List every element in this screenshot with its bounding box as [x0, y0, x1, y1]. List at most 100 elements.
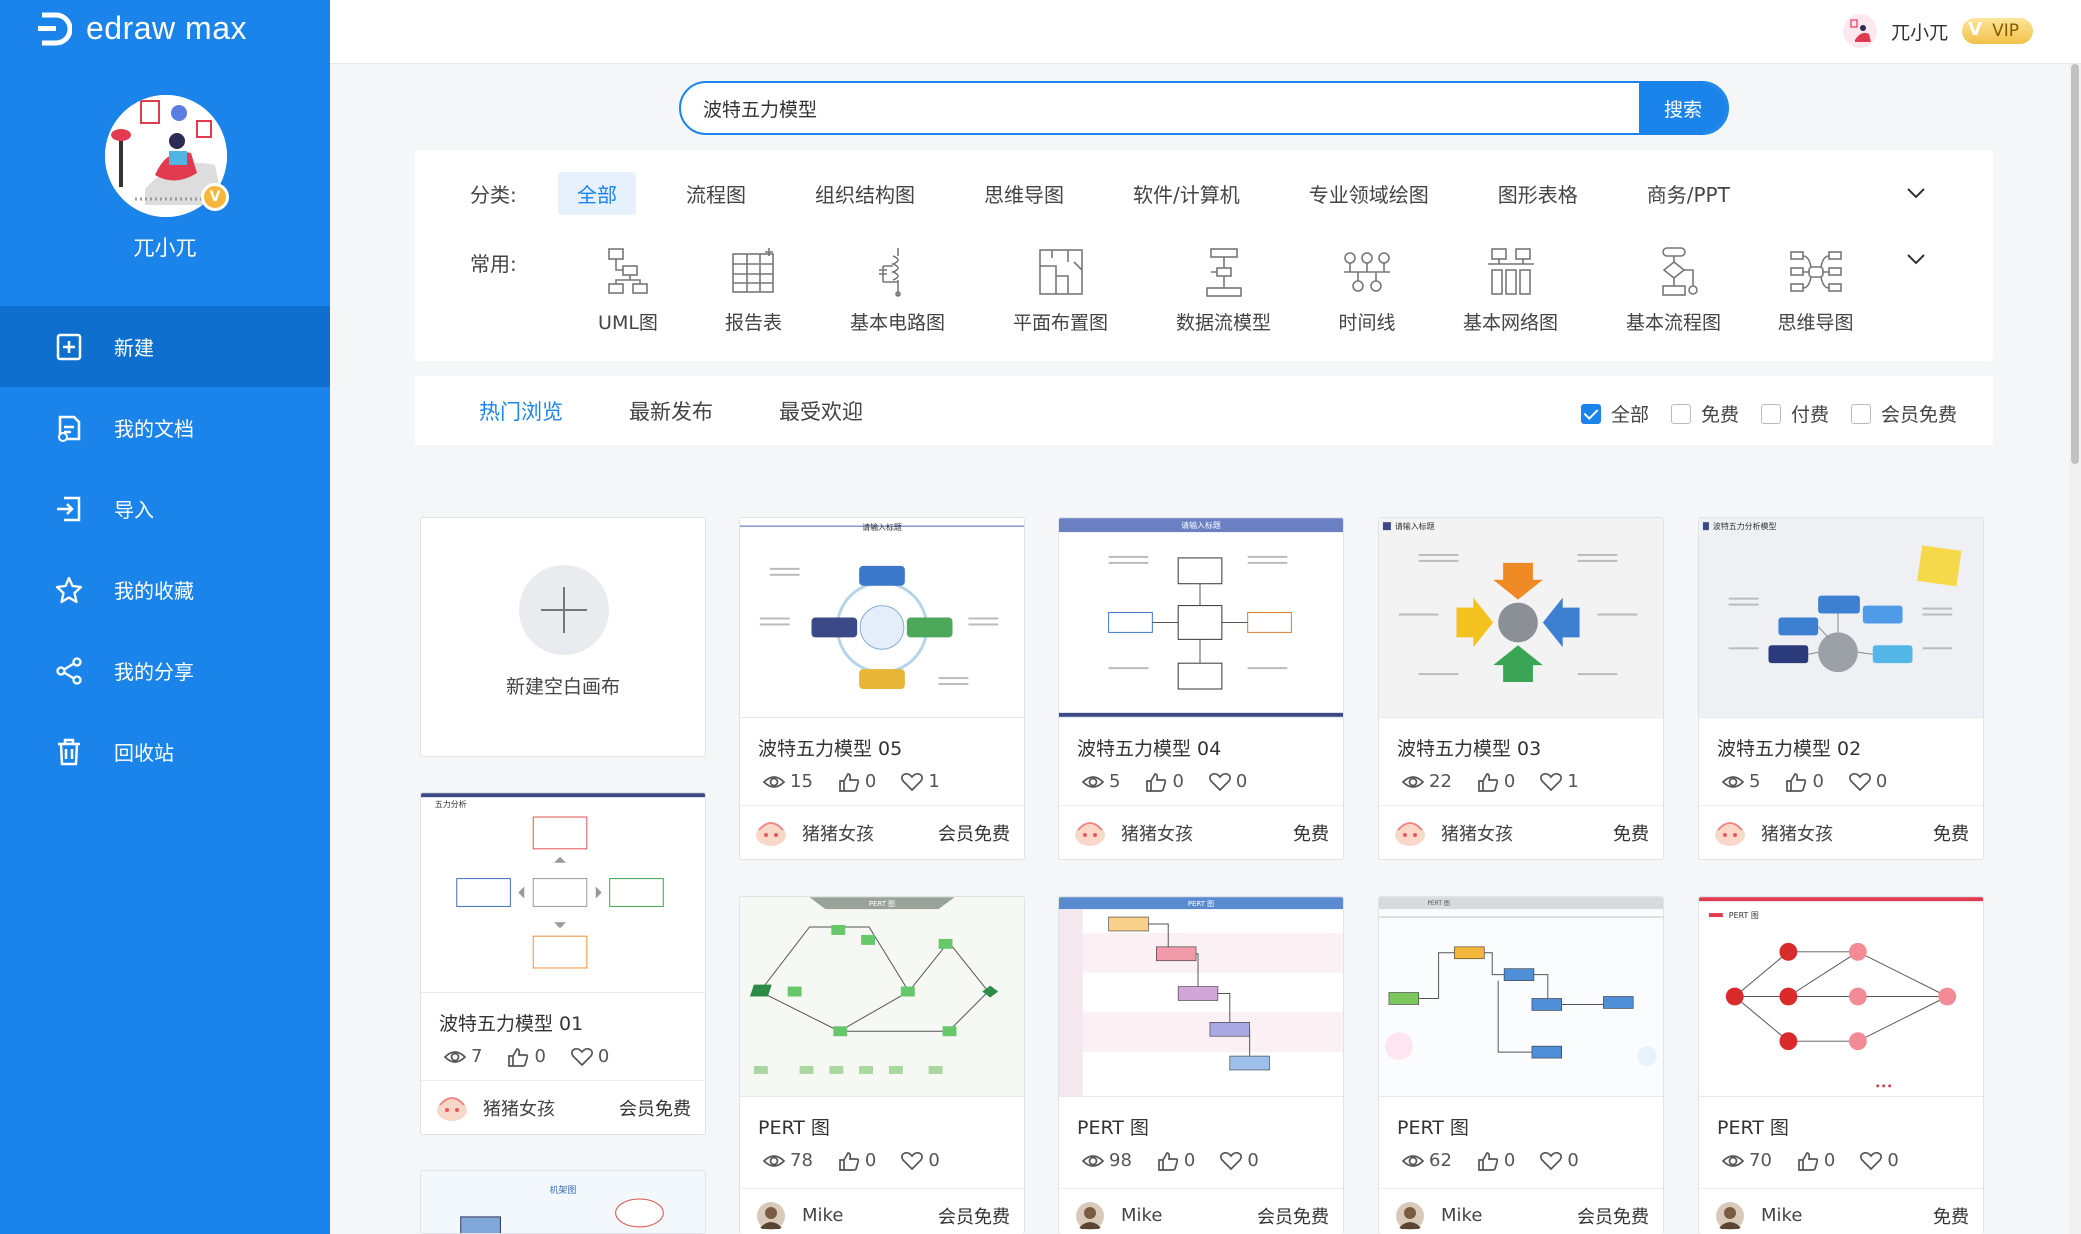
chevron-down-icon[interactable]: [1905, 182, 1927, 204]
top-avatar[interactable]: [1843, 14, 1878, 48]
author-avatar-icon[interactable]: [1713, 1201, 1747, 1231]
user-avatar[interactable]: V: [105, 95, 229, 217]
likes-stat[interactable]: 0: [506, 1046, 546, 1067]
author-name[interactable]: 猪猪女孩: [1121, 820, 1293, 846]
template-card[interactable]: PERT 图 PERT 图 62 0 0 Mike 会员免费: [1378, 896, 1664, 1234]
template-card[interactable]: PERT 图 PERT 图 98 0 0 Mike 会员免费: [1058, 896, 1344, 1234]
template-card[interactable]: 请输入标题 波特五力模型 05 15 0 1 猪猪女孩 会员免费: [739, 517, 1025, 860]
new-blank-canvas-card[interactable]: 新建空白画布: [420, 517, 706, 757]
chevron-down-icon[interactable]: [1905, 248, 1927, 270]
heart-icon: [1208, 772, 1231, 791]
sidebar-item-import[interactable]: 导入: [0, 468, 330, 549]
template-card[interactable]: 机架图: [420, 1170, 706, 1234]
vip-badge[interactable]: VIP: [1962, 18, 2033, 44]
likes-stat[interactable]: 0: [837, 1150, 876, 1171]
template-card[interactable]: 五力分析 波特五力模型 01 7 0 0 猪猪女孩 会员免费: [420, 792, 706, 1135]
filter-all[interactable]: 全部: [1580, 400, 1649, 427]
template-card[interactable]: 请输入标题 波特五力模型 04 5 0 0 猪猪女孩 免费: [1058, 517, 1344, 860]
top-user-menu[interactable]: 兀小兀 VIP: [1843, 14, 2033, 48]
category-tab-software[interactable]: 软件/计算机: [1114, 172, 1259, 215]
sidebar-item-trash[interactable]: 回收站: [0, 711, 330, 792]
author-avatar-icon[interactable]: [1393, 818, 1427, 848]
likes-stat[interactable]: 0: [1156, 1150, 1195, 1171]
author-avatar-icon[interactable]: [1073, 818, 1107, 848]
category-tab-business-ppt[interactable]: 商务/PPT: [1628, 172, 1749, 215]
sidebar-item-new[interactable]: 新建: [0, 306, 330, 387]
likes-stat[interactable]: 0: [1796, 1150, 1835, 1171]
common-item-circuit[interactable]: 基本电路图: [816, 246, 979, 335]
favorites-stat[interactable]: 0: [1219, 1150, 1259, 1171]
author-avatar-icon[interactable]: [435, 1093, 469, 1123]
new-file-icon: [56, 333, 82, 360]
category-tab-graphic-tables[interactable]: 图形表格: [1479, 172, 1597, 215]
author-avatar-icon[interactable]: [754, 818, 788, 848]
author-name[interactable]: Mike: [1121, 1205, 1257, 1226]
likes-stat[interactable]: 0: [837, 771, 876, 792]
author-avatar-icon[interactable]: [1393, 1201, 1427, 1231]
tab-newest[interactable]: 最新发布: [629, 396, 713, 426]
checkbox[interactable]: [1760, 403, 1781, 424]
author-name[interactable]: 猪猪女孩: [483, 1095, 619, 1121]
favorites-stat[interactable]: 1: [1539, 771, 1579, 792]
price-label: 会员免费: [1257, 1206, 1329, 1228]
author-name[interactable]: 猪猪女孩: [1761, 820, 1933, 846]
favorites-stat[interactable]: 0: [570, 1046, 609, 1067]
search-input[interactable]: [681, 83, 1639, 133]
favorites-stat[interactable]: 1: [900, 771, 940, 792]
sidebar-item-favorites[interactable]: 我的收藏: [0, 549, 330, 630]
favorites-stat[interactable]: 0: [1848, 771, 1887, 792]
author-avatar-icon[interactable]: [1713, 818, 1747, 848]
favorites-stat[interactable]: 0: [1539, 1150, 1579, 1171]
template-card[interactable]: 请输入标题 波特五力模型 03 22 0 1 猪猪女孩 免费: [1378, 517, 1664, 860]
favorites-stat[interactable]: 0: [1208, 771, 1247, 792]
checkbox[interactable]: [1670, 403, 1691, 424]
template-card[interactable]: PERT 图 PERT 图 78 0 0 Mike 会员免费: [739, 896, 1025, 1234]
tab-hot[interactable]: 热门浏览: [479, 396, 563, 426]
filter-free[interactable]: 免费: [1670, 400, 1739, 427]
tab-most-popular[interactable]: 最受欢迎: [779, 396, 863, 426]
common-item-data-flow[interactable]: 数据流模型: [1142, 246, 1305, 335]
likes-stat[interactable]: 0: [1476, 771, 1515, 792]
sidebar-item-my-shares[interactable]: 我的分享: [0, 630, 330, 711]
template-card[interactable]: PERT 图 PERT 图 70 0 0 Mike 免费: [1698, 896, 1984, 1234]
top-username: 兀小兀: [1891, 21, 1949, 44]
vertical-scrollbar[interactable]: [2069, 64, 2081, 1234]
category-tab-professional[interactable]: 专业领域绘图: [1290, 172, 1448, 215]
common-item-report[interactable]: 报告表: [691, 246, 816, 335]
category-tab-all[interactable]: 全部: [558, 172, 636, 215]
category-tab-org-chart[interactable]: 组织结构图: [796, 172, 934, 215]
likes-stat[interactable]: 0: [1476, 1150, 1515, 1171]
filter-paid[interactable]: 付费: [1760, 400, 1829, 427]
favorites-stat[interactable]: 0: [1859, 1150, 1899, 1171]
template-stats: 15 0 1: [762, 771, 1024, 792]
author-name[interactable]: 猪猪女孩: [802, 820, 938, 846]
sidebar-item-my-documents[interactable]: 我的文档: [0, 387, 330, 468]
filter-member-free[interactable]: 会员免费: [1850, 400, 1957, 427]
common-item-mind-map[interactable]: 思维导图: [1755, 246, 1876, 335]
category-tab-mind-map[interactable]: 思维导图: [965, 172, 1083, 215]
common-item-floor-plan[interactable]: 平面布置图: [979, 246, 1142, 335]
template-card[interactable]: 波特五力分析模型 波特五力模型 02 5 0 0 猪猪女孩 免费: [1698, 517, 1984, 860]
search-button[interactable]: 搜索: [1639, 83, 1727, 133]
author-name[interactable]: 猪猪女孩: [1441, 820, 1613, 846]
scrollbar-thumb[interactable]: [2071, 64, 2079, 464]
thumbs-up-icon: [1158, 1151, 1179, 1171]
common-item-uml[interactable]: UML图: [565, 246, 691, 335]
favorites-stat[interactable]: 0: [900, 1150, 940, 1171]
heart-icon: [1540, 772, 1563, 791]
common-item-timeline[interactable]: 时间线: [1305, 246, 1429, 335]
likes-stat[interactable]: 0: [1144, 771, 1184, 792]
author-avatar-icon[interactable]: [1073, 1201, 1107, 1231]
template-footer: 猪猪女孩 免费: [1059, 805, 1343, 859]
likes-stat[interactable]: 0: [1784, 771, 1824, 792]
author-name[interactable]: Mike: [1441, 1205, 1577, 1226]
app-logo[interactable]: edraw max: [36, 10, 247, 47]
common-item-basic-flowchart[interactable]: 基本流程图: [1592, 246, 1755, 335]
common-item-network[interactable]: 基本网络图: [1429, 246, 1592, 335]
category-tab-flowchart[interactable]: 流程图: [667, 172, 765, 215]
author-avatar-icon[interactable]: [754, 1201, 788, 1231]
checkbox[interactable]: [1850, 403, 1871, 424]
author-name[interactable]: Mike: [802, 1205, 938, 1226]
checkbox[interactable]: [1580, 403, 1601, 424]
author-name[interactable]: Mike: [1761, 1205, 1933, 1226]
